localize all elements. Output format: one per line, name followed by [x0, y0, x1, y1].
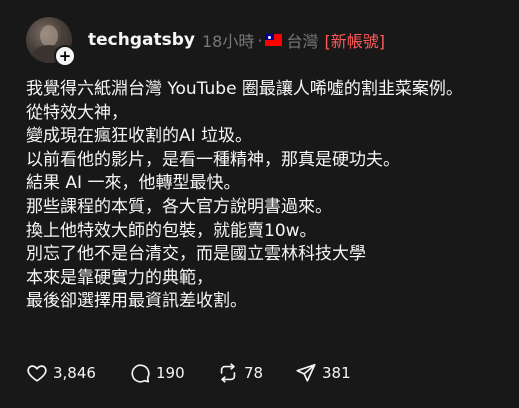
- heart-icon: [27, 365, 47, 382]
- repost-button[interactable]: 78: [217, 362, 295, 384]
- post-text-line: 以前看他的影片，是看一種精神，那真是硬功夫。: [26, 149, 400, 170]
- share-count: 381: [322, 364, 351, 382]
- new-account-tag: [新帳號]: [324, 32, 385, 51]
- comment-button[interactable]: 190: [129, 362, 217, 384]
- repost-count: 78: [244, 364, 264, 382]
- meta-separator: ·: [257, 30, 263, 50]
- post-actions: 3,846 190 78 381: [26, 360, 375, 386]
- post-text-line: 變成現在瘋狂收割的AI 垃圾。: [26, 126, 253, 147]
- username[interactable]: techgatsby: [88, 30, 195, 50]
- avatar-container[interactable]: +: [26, 17, 76, 67]
- post-text-line: 那些課程的本質，各大官方說明書過來。: [26, 196, 332, 217]
- send-icon: [296, 363, 316, 382]
- like-button[interactable]: 3,846: [26, 362, 129, 384]
- thread-post: + techgatsby 18小時 · 台灣 [新帳號] 我覺得六紙淵台灣 Yo…: [0, 0, 519, 408]
- share-button[interactable]: 381: [295, 362, 351, 384]
- follow-plus-icon[interactable]: +: [54, 45, 76, 67]
- comment-count: 190: [156, 364, 185, 382]
- post-text-line: 我覺得六紙淵台灣 YouTube 圈最讓人唏噓的割韭菜案例。: [26, 79, 463, 99]
- repost-icon: [220, 363, 236, 383]
- comment-icon: [131, 364, 150, 383]
- post-body: 我覺得六紙淵台灣 YouTube 圈最讓人唏噓的割韭菜案例。 從特效大神， 變成…: [26, 78, 516, 314]
- location-label: 台灣: [286, 32, 319, 51]
- post-header: techgatsby 18小時 · 台灣 [新帳號]: [88, 28, 385, 52]
- like-count: 3,846: [53, 364, 96, 382]
- post-time[interactable]: 18小時: [202, 28, 254, 52]
- taiwan-flag-icon: [265, 34, 283, 46]
- post-text-line: 結果 AI 一來，他轉型最快。: [26, 173, 241, 194]
- post-text-line: 從特效大神，: [26, 102, 128, 123]
- post-text-line: 別忘了他不是台清交，而是國立雲林科技大學: [26, 244, 366, 265]
- post-text-line: 本來是靠硬實力的典範，: [26, 267, 213, 288]
- post-text-line: 最後卻選擇用最資訊差收割。: [26, 291, 247, 312]
- post-text-line: 換上他特效大師的包裝，就能賣10w。: [26, 220, 317, 241]
